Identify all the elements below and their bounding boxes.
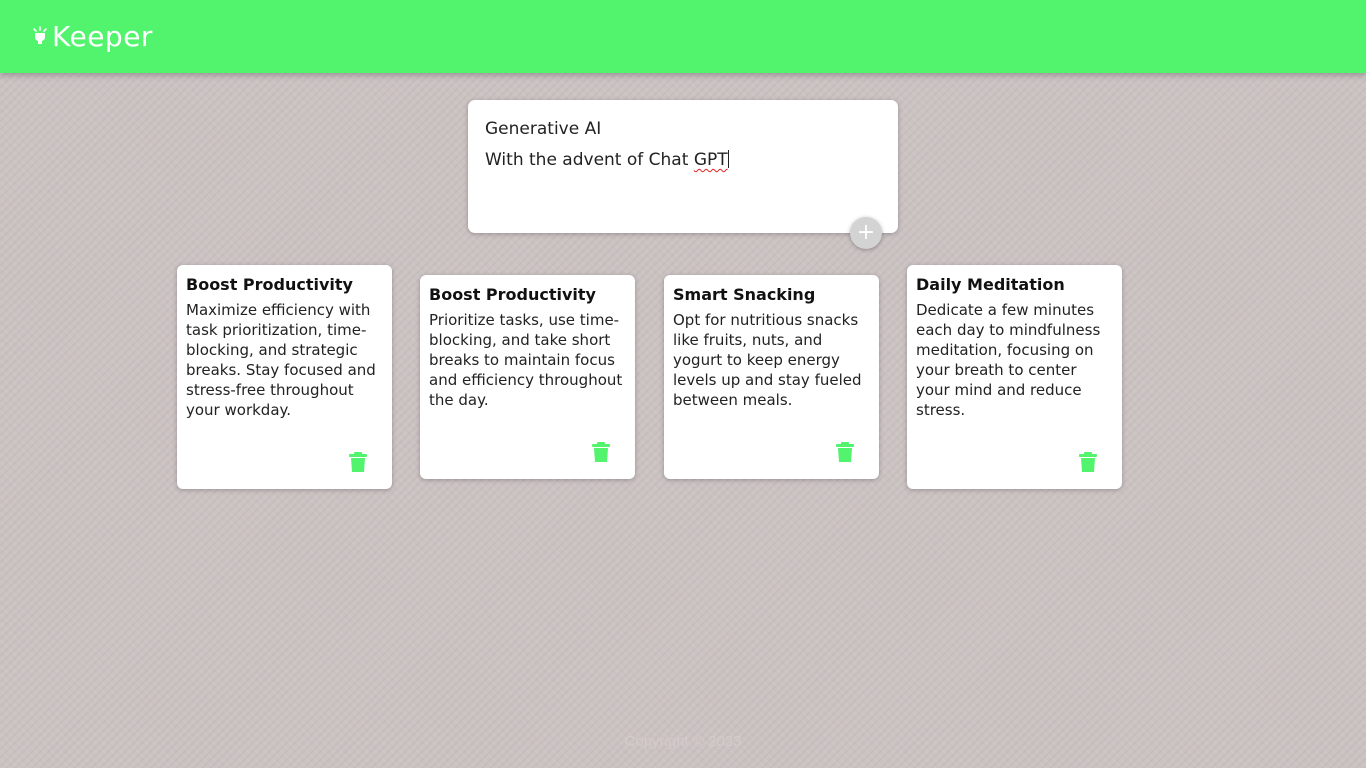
note-content: Prioritize tasks, use time-blocking, and… bbox=[429, 311, 623, 409]
note-content-text: With the advent of Chat bbox=[485, 150, 694, 170]
note-title: Boost Productivity bbox=[429, 285, 596, 304]
note-title-input[interactable] bbox=[485, 116, 881, 142]
note-card: Boost Productivity Maximize efficiency w… bbox=[177, 265, 392, 489]
footer: Copyright © 2023 bbox=[0, 733, 1366, 750]
note-content-input[interactable]: With the advent of Chat GPT bbox=[485, 146, 881, 174]
add-note-button[interactable]: + bbox=[850, 217, 882, 249]
lightbulb-icon bbox=[32, 25, 48, 48]
note-card: Boost Productivity Prioritize tasks, use… bbox=[420, 275, 635, 479]
trash-icon bbox=[592, 442, 610, 462]
app-logo-text: Keeper bbox=[52, 20, 153, 53]
delete-note-button[interactable] bbox=[591, 441, 611, 463]
app-header: Keeper bbox=[0, 0, 1366, 73]
note-content: Opt for nutritious snacks like fruits, n… bbox=[673, 311, 862, 409]
trash-icon bbox=[836, 442, 854, 462]
trash-icon bbox=[1079, 452, 1097, 472]
note-title: Daily Meditation bbox=[916, 275, 1065, 294]
note-card: Smart Snacking Opt for nutritious snacks… bbox=[664, 275, 879, 479]
delete-note-button[interactable] bbox=[348, 451, 368, 473]
plus-icon: + bbox=[856, 220, 876, 245]
note-title: Smart Snacking bbox=[673, 285, 816, 304]
note-content: Dedicate a few minutes each day to mindf… bbox=[916, 301, 1101, 419]
delete-note-button[interactable] bbox=[835, 441, 855, 463]
text-caret bbox=[727, 150, 729, 168]
copyright-text: Copyright © 2023 bbox=[624, 733, 742, 750]
spellcheck-flagged-word: GPT bbox=[693, 150, 728, 170]
note-title: Boost Productivity bbox=[186, 275, 353, 294]
trash-icon bbox=[349, 452, 367, 472]
note-composer: With the advent of Chat GPT bbox=[468, 100, 898, 233]
note-content: Maximize efficiency with task prioritiza… bbox=[186, 301, 376, 419]
delete-note-button[interactable] bbox=[1078, 451, 1098, 473]
note-card: Daily Meditation Dedicate a few minutes … bbox=[907, 265, 1122, 489]
